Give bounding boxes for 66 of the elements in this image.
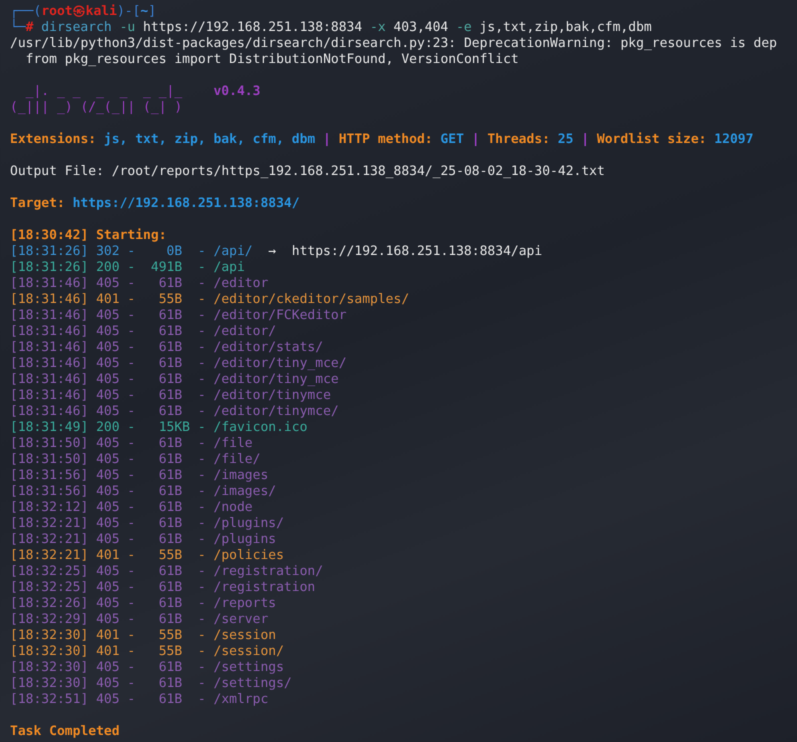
log-line: [18:32:30] 405 - 61B - /settings	[10, 660, 284, 676]
banner-art: (_||| _) (/_(_|| (_| )	[10, 100, 182, 116]
prompt-user: root㉿kali	[41, 4, 117, 20]
redirect-url: https://192.168.251.138:8834/api	[292, 244, 542, 260]
log-line: [18:32:26] 405 - 61B - /reports	[10, 596, 276, 612]
log-line: [18:32:21] 405 - 61B - /plugins/	[10, 516, 284, 532]
option-text: -x	[370, 20, 386, 36]
log-line: [18:32:29] 405 - 61B - /server	[10, 612, 268, 628]
log-line: [18:31:50] 405 - 61B - /file/	[10, 452, 260, 468]
summary-value: GET	[440, 132, 464, 148]
start-text: [18:30:42] Starting:	[10, 228, 167, 244]
prompt-frame: )-[	[116, 4, 140, 20]
log-line: [18:31:56] 405 - 61B - /images	[10, 468, 268, 484]
log-line: [18:31:46] 405 - 61B - /editor/tiny_mce	[10, 372, 339, 388]
summary-label: Extensions:	[10, 132, 96, 148]
log-line: [18:32:25] 405 - 61B - /registration	[10, 580, 316, 596]
prompt-directory: ~	[140, 4, 148, 20]
log-line: [18:32:30] 405 - 61B - /settings/	[10, 676, 292, 692]
redirect-arrow: →	[268, 244, 276, 260]
log-line: [18:32:25] 405 - 61B - /registration/	[10, 564, 324, 580]
log-line: [18:31:46] 401 - 55B - /editor/ckeditor/samples/	[10, 292, 410, 308]
log-line: [18:31:46] 405 - 61B - /editor/tinymce	[10, 388, 331, 404]
log-line: [18:31:56] 405 - 61B - /images/	[10, 484, 276, 500]
summary-value: 25	[558, 132, 574, 148]
log-line: [18:32:12] 405 - 61B - /node	[10, 500, 253, 516]
log-line: [18:31:46] 405 - 61B - /editor/tiny_mce/	[10, 356, 347, 372]
command-argument: 403,404	[393, 20, 448, 36]
prompt-frame: ┌──(	[10, 4, 42, 20]
log-line: [18:31:46] 405 - 61B - /editor	[10, 276, 268, 292]
target-label: Target:	[10, 196, 65, 212]
summary-label: HTTP method:	[338, 132, 433, 148]
summary-label: Threads:	[487, 132, 550, 148]
prompt-hash: #	[26, 20, 34, 36]
output-file-text: Output File: /root/reports/https_192.168.251.138_8834/_25-08-02_18-30-42.txt	[10, 164, 605, 180]
separator: |	[472, 132, 480, 148]
log-line: [18:32:30] 401 - 55B - /session/	[10, 644, 284, 660]
version-text: v0.4.3	[213, 84, 260, 100]
summary-value: 12097	[714, 132, 754, 148]
option-text: -u	[120, 20, 136, 36]
prompt-frame: └─	[10, 20, 26, 36]
command-argument: https://192.168.251.138:8834	[143, 20, 362, 36]
summary-value: js, txt, zip, bak, cfm, dbm	[104, 132, 316, 148]
log-line: [18:31:46] 405 - 61B - /editor/	[10, 324, 276, 340]
warning-text: from pkg_resources import DistributionNotFound, VersionConflict	[24, 52, 519, 68]
log-line: [18:32:21] 401 - 55B - /policies	[10, 548, 284, 564]
log-line: [18:31:26] 302 - 0B - /api/	[10, 244, 253, 260]
log-line: [18:31:49] 200 - 15KB - /favicon.ico	[10, 420, 308, 436]
summary-label: Wordlist size:	[596, 132, 706, 148]
prompt-frame: ]	[148, 4, 156, 20]
log-line: [18:32:51] 405 - 61B - /xmlrpc	[10, 692, 268, 708]
separator: |	[323, 132, 331, 148]
banner-art: _|. _ _ _ _ _ _|_	[24, 84, 182, 100]
log-line: [18:31:50] 405 - 61B - /file	[10, 436, 253, 452]
command-argument: js,txt,zip,bak,cfm,dbm	[480, 20, 652, 36]
log-line: [18:31:46] 405 - 61B - /editor/stats/	[10, 340, 324, 356]
completion-text: Task Completed	[10, 724, 120, 740]
target-url: https://192.168.251.138:8834/	[72, 196, 300, 212]
log-line: [18:31:46] 405 - 61B - /editor/tinymce/	[10, 404, 339, 420]
log-line: [18:32:30] 401 - 55B - /session	[10, 628, 276, 644]
log-line: [18:32:21] 405 - 61B - /plugins	[10, 532, 276, 548]
warning-text: /usr/lib/python3/dist-packages/dirsearch/dirsearch.py:23: DeprecationWarning: pkg_resources is dep	[10, 36, 778, 52]
separator: |	[581, 132, 590, 148]
command-name: dirsearch	[41, 20, 112, 36]
log-line: [18:31:46] 405 - 61B - /editor/FCKeditor	[10, 308, 347, 324]
option-text: -e	[456, 20, 472, 36]
log-line: [18:31:26] 200 - 491B - /api	[10, 260, 245, 276]
